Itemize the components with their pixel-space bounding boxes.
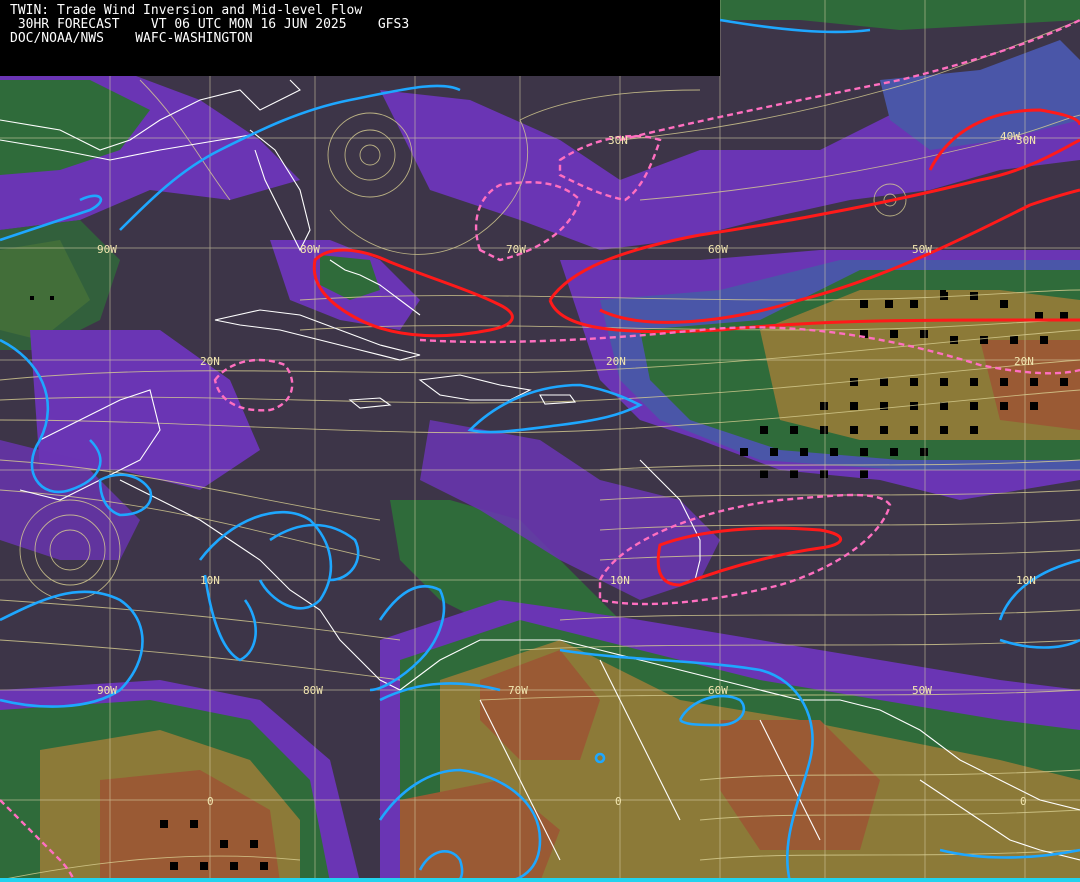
lat-label-0: 0 (615, 795, 622, 808)
lon-label-80w: 80W (300, 243, 320, 256)
lon-label-90w: 90W (97, 243, 117, 256)
lat-label-0-east: 0 (1020, 795, 1027, 808)
lon-label-70w: 70W (506, 243, 526, 256)
lat-label-0-west: 0 (207, 795, 214, 808)
lat-label-10n: 10N (200, 574, 220, 587)
header-forecast-line: 30HR FORECAST VT 06 UTC MON 16 JUN 2025 … (10, 17, 410, 32)
header-title: TWIN: Trade Wind Inversion and Mid-level… (10, 3, 363, 18)
map-header: TWIN: Trade Wind Inversion and Mid-level… (0, 0, 720, 76)
lon-label-90w-south: 90W (97, 684, 117, 697)
header-agency-line: DOC/NOAA/NWS WAFC-WASHINGTON (10, 31, 253, 46)
lon-label-60w: 60W (708, 243, 728, 256)
lon-label-50w-south: 50W (912, 684, 932, 697)
lat-label-10n-east: 10N (1016, 574, 1036, 587)
lon-label-60w-south: 60W (708, 684, 728, 697)
lon-label-70w-south: 70W (508, 684, 528, 697)
weather-map: 30N 30N 20N 20N 20N 10N 10N 10N 0 0 0 90… (0, 0, 1080, 882)
lat-label-20n-west: 20N (200, 355, 220, 368)
lat-label-20n: 20N (606, 355, 626, 368)
lat-label-20n-east: 20N (1014, 355, 1034, 368)
shaded-fields (0, 0, 1080, 882)
bottom-border (0, 878, 1080, 882)
lat-label-30n: 30N (608, 134, 628, 147)
lat-label-10n-mid: 10N (610, 574, 630, 587)
lon-label-40w: 40W (1000, 130, 1020, 143)
lon-label-50w: 50W (912, 243, 932, 256)
lon-label-80w-south: 80W (303, 684, 323, 697)
